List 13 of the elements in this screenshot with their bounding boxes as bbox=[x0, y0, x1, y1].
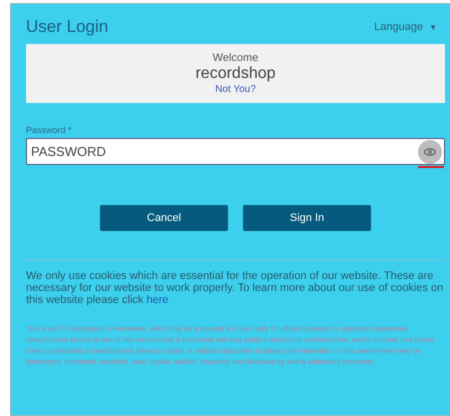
welcome-text: Welcome bbox=[212, 52, 258, 64]
not-you-link[interactable]: Not You? bbox=[215, 84, 256, 95]
underline-mark bbox=[418, 166, 444, 168]
password-label: Password * bbox=[26, 125, 73, 135]
eye-icon bbox=[424, 148, 436, 156]
sign-in-button[interactable]: Sign In bbox=[243, 205, 371, 231]
password-field[interactable]: PASSWORD bbox=[26, 138, 445, 165]
cookie-notice: We only use cookies which are essential for the operation of our website. These are necessary for our website to work properly. To learn more about our use of cookies on this website please click here bbox=[26, 270, 444, 306]
cancel-button[interactable]: Cancel bbox=[100, 205, 228, 231]
username: recordshop bbox=[195, 65, 276, 83]
window-title: User Login bbox=[26, 17, 108, 37]
language-menu[interactable]: Language ▼ bbox=[374, 21, 445, 33]
here-link[interactable]: here bbox=[146, 294, 168, 306]
